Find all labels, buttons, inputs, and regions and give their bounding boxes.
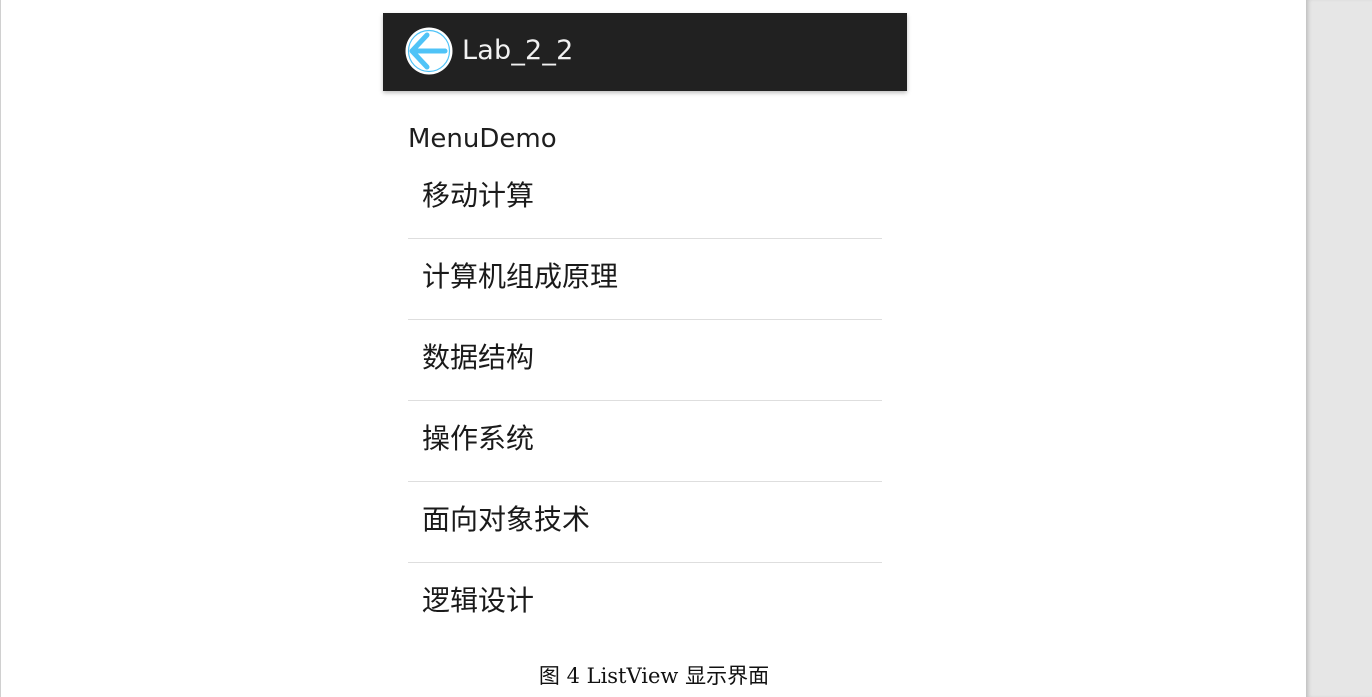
list-item[interactable]: 移动计算 [408, 158, 882, 239]
list-item[interactable]: 数据结构 [408, 320, 882, 401]
action-bar: Lab_2_2 [383, 13, 907, 91]
list-item-label: 计算机组成原理 [422, 260, 619, 293]
list-item-label: 面向对象技术 [422, 503, 591, 536]
phone-screenshot: Lab_2_2 MenuDemo 移动计算 计算机组成原理 数据结构 操作系统 … [383, 13, 907, 653]
list-header: MenuDemo [408, 124, 557, 154]
back-button[interactable] [404, 26, 454, 76]
list-view[interactable]: 移动计算 计算机组成原理 数据结构 操作系统 面向对象技术 逻辑设计 [408, 158, 882, 643]
list-item[interactable]: 计算机组成原理 [408, 239, 882, 320]
list-item[interactable]: 操作系统 [408, 401, 882, 482]
list-item[interactable]: 逻辑设计 [408, 563, 882, 643]
list-item-label: 操作系统 [422, 422, 535, 455]
document-page: Lab_2_2 MenuDemo 移动计算 计算机组成原理 数据结构 操作系统 … [0, 0, 1306, 697]
window-right-gutter [1306, 0, 1372, 697]
figure-caption: 图 4 ListView 显示界面 [538, 664, 770, 688]
list-item-label: 移动计算 [422, 179, 535, 212]
arrow-left-circle-icon [405, 27, 453, 75]
app-title: Lab_2_2 [462, 35, 574, 66]
list-item-label: 逻辑设计 [422, 584, 535, 617]
list-item-label: 数据结构 [422, 341, 535, 374]
list-item[interactable]: 面向对象技术 [408, 482, 882, 563]
